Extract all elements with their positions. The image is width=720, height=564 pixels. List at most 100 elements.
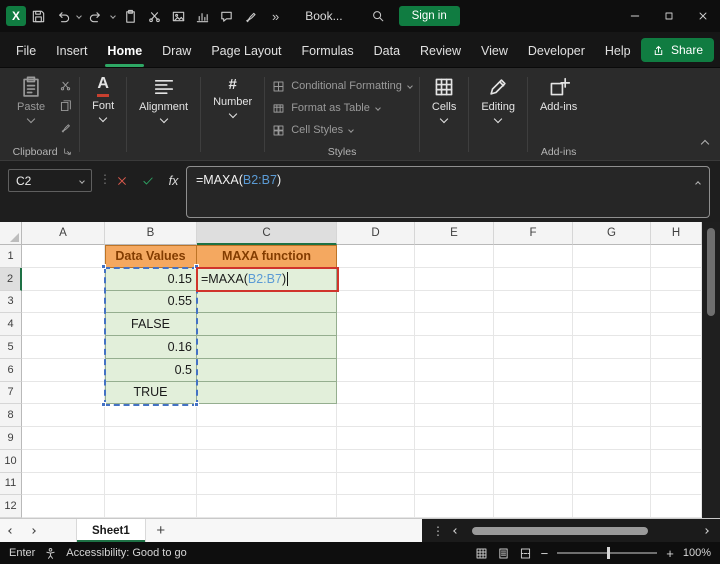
cell[interactable] xyxy=(22,472,105,496)
cell[interactable] xyxy=(105,472,197,496)
horizontal-scrollbar[interactable]: ⋮ xyxy=(422,519,720,542)
select-all-button[interactable] xyxy=(0,222,22,245)
vertical-scrollbar-thumb[interactable] xyxy=(707,228,715,316)
cell[interactable] xyxy=(494,290,573,314)
comment-icon[interactable] xyxy=(214,3,238,29)
cell-b7[interactable]: TRUE xyxy=(105,381,197,405)
cell[interactable] xyxy=(494,404,573,427)
tab-draw[interactable]: Draw xyxy=(152,36,201,67)
search-icon[interactable] xyxy=(371,9,385,23)
insert-function-button[interactable]: fx xyxy=(162,169,185,192)
cell[interactable] xyxy=(494,313,573,336)
row-header[interactable]: 7 xyxy=(0,381,22,405)
cell[interactable] xyxy=(22,245,105,268)
cell-c1[interactable]: MAXA function xyxy=(197,245,337,268)
cell[interactable] xyxy=(415,336,494,359)
maximize-button[interactable] xyxy=(652,0,686,32)
qat-overflow-button[interactable]: » xyxy=(272,9,279,24)
cell[interactable] xyxy=(337,267,415,291)
next-sheet-button[interactable] xyxy=(22,519,44,542)
column-header-c[interactable]: C xyxy=(197,222,337,245)
tab-home[interactable]: Home xyxy=(97,36,152,67)
cell[interactable] xyxy=(415,381,494,405)
cell[interactable] xyxy=(573,449,651,473)
enter-button[interactable] xyxy=(136,169,159,192)
minimize-button[interactable] xyxy=(618,0,652,32)
chevron-down-icon[interactable] xyxy=(74,13,84,19)
chevron-down-icon[interactable] xyxy=(108,13,118,19)
cell-b3[interactable]: 0.55 xyxy=(105,290,197,314)
undo-button[interactable] xyxy=(50,3,74,29)
cell-c7[interactable] xyxy=(197,381,337,405)
tab-developer[interactable]: Developer xyxy=(518,36,595,67)
formula-input[interactable]: =MAXA(B2:B7) xyxy=(186,166,710,218)
row-header[interactable]: 1 xyxy=(0,245,22,268)
column-header-g[interactable]: G xyxy=(573,222,651,245)
format-as-table-button[interactable]: Format as Table xyxy=(272,99,412,117)
cell-b5[interactable]: 0.16 xyxy=(105,336,197,359)
cell[interactable] xyxy=(573,495,651,518)
cell[interactable] xyxy=(415,404,494,427)
cell[interactable] xyxy=(197,404,337,427)
cell[interactable] xyxy=(415,472,494,496)
cell[interactable] xyxy=(651,472,702,496)
alignment-group-button[interactable]: Alignment xyxy=(130,71,197,124)
cell[interactable] xyxy=(494,267,573,291)
accessibility-checker-icon[interactable] xyxy=(44,547,57,560)
paste-button[interactable]: Paste xyxy=(8,71,54,124)
collapse-formula-bar-button[interactable] xyxy=(695,173,701,191)
excel-app-icon[interactable]: X xyxy=(6,6,26,26)
close-button[interactable] xyxy=(686,0,720,32)
cell[interactable] xyxy=(337,427,415,450)
tab-formulas[interactable]: Formulas xyxy=(292,36,364,67)
column-header-d[interactable]: D xyxy=(337,222,415,245)
cell[interactable] xyxy=(22,336,105,359)
cell[interactable] xyxy=(197,449,337,473)
zoom-level[interactable]: 100% xyxy=(683,547,711,559)
cell-c6[interactable] xyxy=(197,358,337,382)
cancel-button[interactable] xyxy=(110,169,133,192)
picture-icon[interactable] xyxy=(166,3,190,29)
cell[interactable] xyxy=(22,290,105,314)
row-header[interactable]: 5 xyxy=(0,336,22,359)
cell[interactable] xyxy=(651,336,702,359)
cell-c5[interactable] xyxy=(197,336,337,359)
tab-page-layout[interactable]: Page Layout xyxy=(201,36,291,67)
previous-sheet-button[interactable] xyxy=(0,519,22,542)
cell-b2[interactable]: 0.15 xyxy=(105,267,197,291)
scroll-left-button[interactable] xyxy=(444,527,468,534)
cell[interactable] xyxy=(337,404,415,427)
sign-in-button[interactable]: Sign in xyxy=(398,6,460,26)
cell[interactable] xyxy=(573,358,651,382)
column-header-b[interactable]: B xyxy=(105,222,197,245)
font-group-button[interactable]: A Font xyxy=(83,71,123,123)
cell-b1[interactable]: Data Values xyxy=(105,245,197,268)
cell[interactable] xyxy=(494,495,573,518)
cell[interactable] xyxy=(337,336,415,359)
cell[interactable] xyxy=(337,313,415,336)
zoom-slider-thumb[interactable] xyxy=(607,547,611,559)
cell-b4[interactable]: FALSE xyxy=(105,313,197,336)
cell[interactable] xyxy=(415,313,494,336)
row-header[interactable]: 12 xyxy=(0,495,22,518)
tab-file[interactable]: File xyxy=(6,36,46,67)
cell[interactable] xyxy=(337,449,415,473)
column-header-a[interactable]: A xyxy=(22,222,105,245)
addins-button[interactable]: Add-ins xyxy=(531,71,586,113)
cut-button[interactable] xyxy=(54,77,76,94)
tab-insert[interactable]: Insert xyxy=(46,36,97,67)
cut-icon[interactable] xyxy=(142,3,166,29)
cell[interactable] xyxy=(197,495,337,518)
copy-button[interactable] xyxy=(54,98,76,115)
cell[interactable] xyxy=(337,290,415,314)
row-header[interactable]: 3 xyxy=(0,290,22,314)
row-header[interactable]: 11 xyxy=(0,472,22,496)
normal-view-button[interactable] xyxy=(475,547,488,560)
cell[interactable] xyxy=(651,358,702,382)
row-header[interactable]: 4 xyxy=(0,313,22,336)
cell[interactable] xyxy=(337,495,415,518)
cell[interactable] xyxy=(573,381,651,405)
tab-data[interactable]: Data xyxy=(364,36,410,67)
cell[interactable] xyxy=(494,472,573,496)
row-header[interactable]: 2 xyxy=(0,267,22,291)
